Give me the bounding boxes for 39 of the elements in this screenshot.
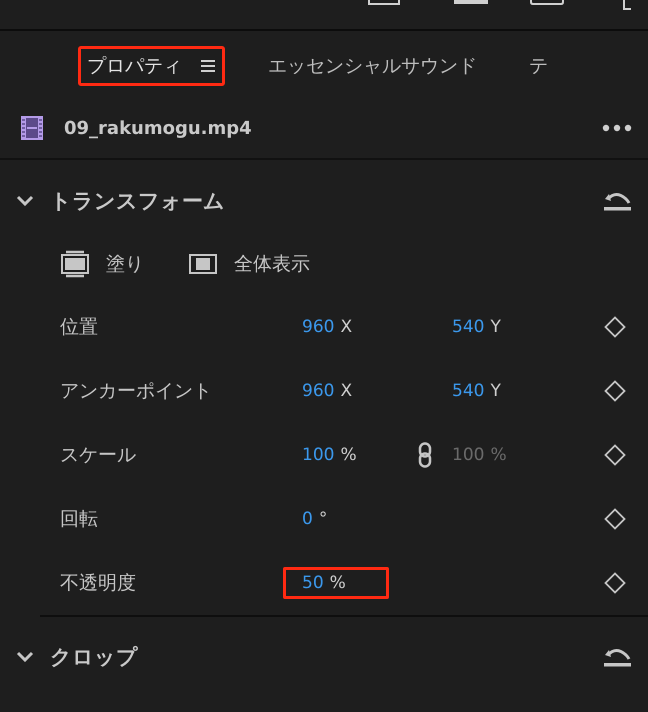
bar-icon[interactable] xyxy=(454,0,488,5)
tab[interactable]: プロパティ xyxy=(78,46,225,86)
reset-icon[interactable] xyxy=(603,190,632,212)
value-field[interactable]: 540 Y xyxy=(452,317,501,337)
chevron-icon[interactable] xyxy=(16,195,34,207)
value-field[interactable]: 0 ° xyxy=(302,509,328,529)
more-icon[interactable] xyxy=(602,124,632,132)
keyframe-diamond-icon[interactable] xyxy=(604,444,626,466)
chain-link-icon[interactable] xyxy=(418,442,432,468)
chevron-icon[interactable] xyxy=(16,651,34,663)
value-field[interactable]: 960 X xyxy=(302,317,352,337)
value-field[interactable]: 100 % xyxy=(302,445,357,465)
value-field[interactable]: 960 X xyxy=(302,381,352,401)
screen-icon xyxy=(188,252,218,276)
property-label: 位置 xyxy=(60,315,99,340)
frame-icon[interactable] xyxy=(368,0,400,5)
value-field[interactable]: 50 % xyxy=(283,567,389,599)
property-label: 回転 xyxy=(60,507,99,532)
property-label: 不透明度 xyxy=(60,571,137,596)
section-title: トランスフォーム xyxy=(50,188,226,215)
tab[interactable]: エッセンシャルサウンド xyxy=(259,46,486,86)
keyframe-diamond-icon[interactable] xyxy=(604,380,626,402)
keyframe-diamond-icon[interactable] xyxy=(604,572,626,594)
property-label: スケール xyxy=(60,443,137,468)
tab[interactable]: テ xyxy=(520,46,557,86)
clip-name: 09_rakumogu.mp4 xyxy=(64,118,253,138)
screen-icon xyxy=(60,250,90,278)
menu-icon[interactable] xyxy=(200,59,216,73)
reset-icon[interactable] xyxy=(603,646,632,668)
frame-icon[interactable] xyxy=(623,0,631,10)
fit-button[interactable]: 塗り xyxy=(60,250,144,278)
value-field[interactable]: 540 Y xyxy=(452,381,501,401)
property-label: アンカーポイント xyxy=(60,379,213,404)
section-title: クロップ xyxy=(50,644,139,671)
keyframe-diamond-icon[interactable] xyxy=(604,316,626,338)
fit-button[interactable]: 全体表示 xyxy=(188,251,310,277)
keyframe-diamond-icon[interactable] xyxy=(604,508,626,530)
film-icon xyxy=(20,115,44,141)
frame-icon[interactable] xyxy=(530,0,564,5)
